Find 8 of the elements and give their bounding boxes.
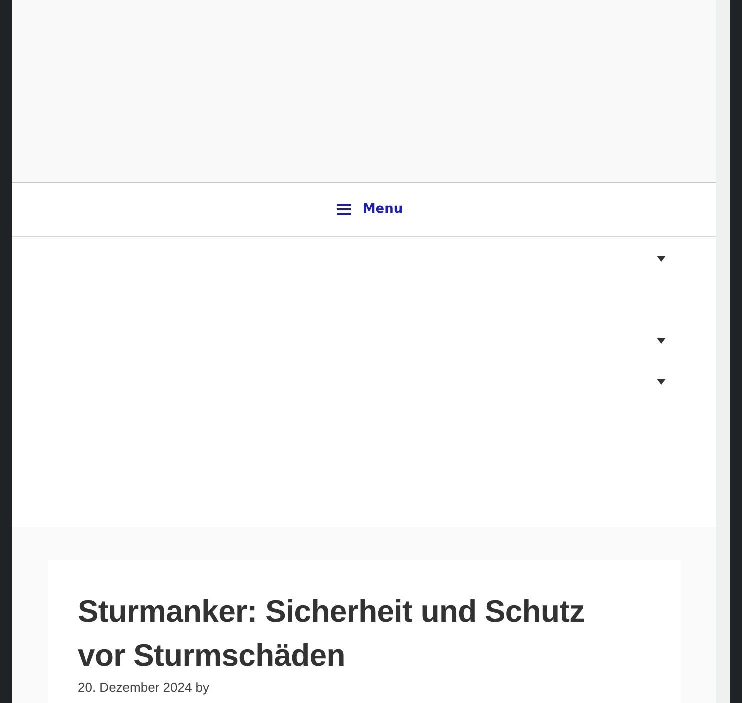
dropdown-arrow-icon[interactable]: [657, 256, 666, 262]
post-meta: 20. Dezember 2024 by: [78, 680, 211, 695]
dropdown-arrow-icon[interactable]: [657, 379, 666, 385]
scrollbar[interactable]: [716, 0, 730, 703]
menu-icon: [336, 204, 351, 215]
menu-button[interactable]: Menu: [332, 198, 408, 221]
post-title: Sturmanker: Sicherheit und Schutz vor Sturmschäden: [78, 593, 586, 675]
dropdown-arrow-icon[interactable]: [657, 338, 666, 344]
